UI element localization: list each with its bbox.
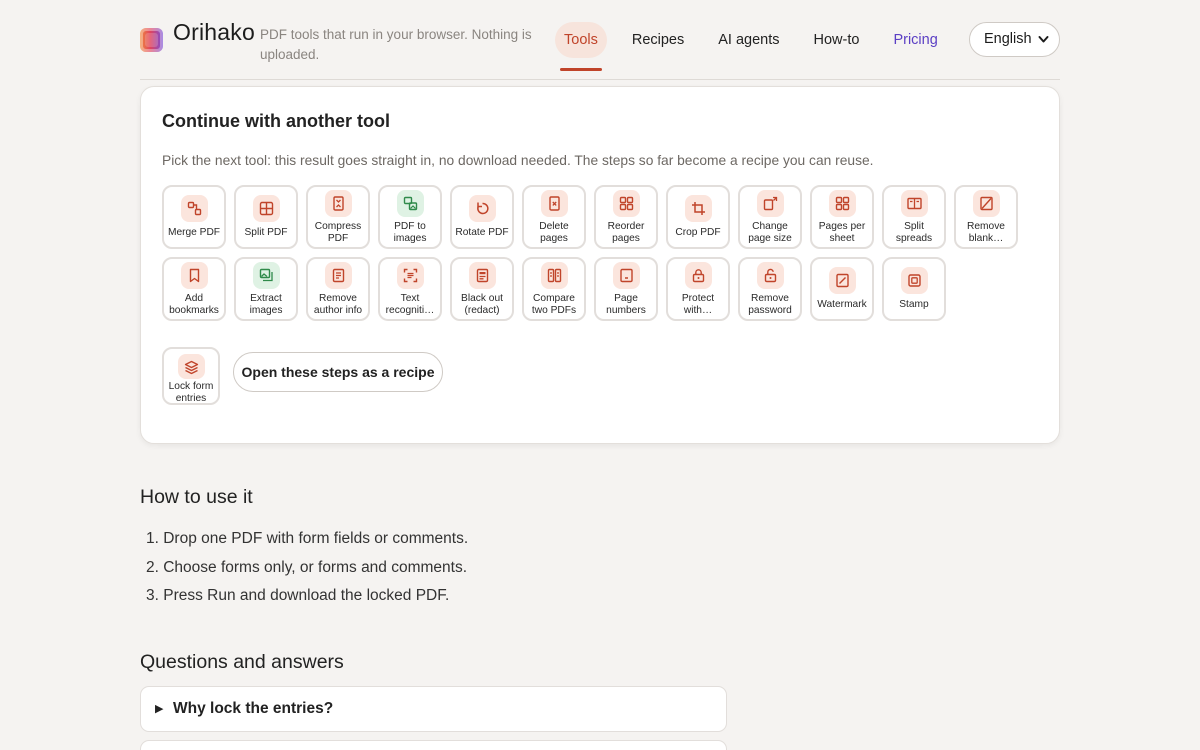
scan-icon <box>397 262 424 289</box>
nav-ai-agents[interactable]: AI agents <box>718 22 779 58</box>
tool-merge-pdf[interactable]: Merge PDF <box>162 185 226 249</box>
grid-icon <box>829 190 856 217</box>
tool-split-pdf[interactable]: Split PDF <box>234 185 298 249</box>
language-value: English <box>984 31 1032 47</box>
delete-page-icon <box>541 190 568 217</box>
tool-label: Protect with… <box>681 293 715 316</box>
tool-remove-author-info[interactable]: Remove author info <box>306 257 370 321</box>
compress-icon <box>325 190 352 217</box>
tool-pages-per-sheet[interactable]: Pages per sheet <box>810 185 874 249</box>
tool-label: Compare two PDFs <box>531 293 577 316</box>
howto-steps: 1. Drop one PDF with form fields or comm… <box>146 529 468 615</box>
merge-icon <box>181 195 208 222</box>
page-number-icon <box>613 262 640 289</box>
tool-label: Delete pages <box>539 221 569 244</box>
blank-page-icon <box>973 190 1000 217</box>
tagline: PDF tools that run in your browser. Noth… <box>260 27 532 62</box>
crop-icon <box>685 195 712 222</box>
tool-pdf-to-images[interactable]: PDF to images <box>378 185 442 249</box>
tool-label: Remove blank… <box>967 221 1005 244</box>
language-select[interactable]: English <box>969 22 1060 57</box>
orihako-logo-icon[interactable] <box>140 28 163 52</box>
nav-recipes[interactable]: Recipes <box>632 22 684 58</box>
faq-question: Why lock the entries? <box>173 700 334 717</box>
faq-item[interactable] <box>140 740 727 750</box>
layers-icon <box>178 354 205 379</box>
nav-pricing[interactable]: Pricing <box>893 22 937 58</box>
open-as-recipe-button[interactable]: Open these steps as a recipe <box>233 352 443 392</box>
tool-text-recognition[interactable]: Text recogniti… <box>378 257 442 321</box>
tool-compress-pdf[interactable]: Compress PDF <box>306 185 370 249</box>
chevron-down-icon <box>1038 23 1049 70</box>
tool-label: Watermark <box>817 299 867 310</box>
tool-label: Stamp <box>899 299 929 310</box>
tool-black-out-redact[interactable]: Black out (redact) <box>450 257 514 321</box>
tool-label: Pages per sheet <box>818 221 866 244</box>
tool-delete-pages[interactable]: Delete pages <box>522 185 586 249</box>
tool-remove-blank[interactable]: Remove blank… <box>954 185 1018 249</box>
tool-label: Remove password <box>748 293 792 316</box>
tool-label: Merge PDF <box>167 227 221 238</box>
tool-page-numbers[interactable]: Page numbers <box>594 257 658 321</box>
tool-compare-two-pdfs[interactable]: Compare two PDFs <box>522 257 586 321</box>
howto-title: How to use it <box>140 486 253 508</box>
document-icon <box>469 262 496 289</box>
image-icon <box>397 190 424 217</box>
tool-label: Page numbers <box>606 293 646 316</box>
brand-name[interactable]: Orihako <box>173 19 255 46</box>
howto-step: 2. Choose forms only, or forms and comme… <box>146 558 468 576</box>
grid-icon <box>613 190 640 217</box>
tool-add-bookmarks[interactable]: Add bookmarks <box>162 257 226 321</box>
bookmark-icon <box>181 262 208 289</box>
compare-icon <box>541 262 568 289</box>
card-subtitle: Pick the next tool: this result goes str… <box>162 153 874 168</box>
tool-watermark[interactable]: Watermark <box>810 257 874 321</box>
book-icon <box>901 190 928 217</box>
watermark-icon <box>829 267 856 294</box>
split-icon <box>253 195 280 222</box>
tool-change-page-size[interactable]: Change page size <box>738 185 802 249</box>
tool-label: Lock form entries <box>168 381 214 404</box>
nav-tools[interactable]: Tools <box>555 22 607 71</box>
image-icon <box>253 262 280 289</box>
tool-label: Extract images <box>249 293 283 316</box>
document-icon <box>325 262 352 289</box>
tool-label: Remove author info <box>313 293 363 316</box>
nav-how-to[interactable]: How-to <box>814 22 860 58</box>
triangle-right-icon: ▶ <box>155 703 164 715</box>
rotate-icon <box>469 195 496 222</box>
tool-label: Black out (redact) <box>461 293 503 316</box>
tool-stamp[interactable]: Stamp <box>882 257 946 321</box>
tool-label: Change page size <box>748 221 792 244</box>
tool-remove-password[interactable]: Remove password <box>738 257 802 321</box>
howto-step: 1. Drop one PDF with form fields or comm… <box>146 530 469 547</box>
tool-label: Compress PDF <box>314 221 362 244</box>
tool-reorder-pages[interactable]: Reorder pages <box>594 185 658 249</box>
tool-split-spreads[interactable]: Split spreads <box>882 185 946 249</box>
lock-icon <box>685 262 712 289</box>
continue-tool-card: Continue with another tool Pick the next… <box>140 86 1060 444</box>
tool-crop-pdf[interactable]: Crop PDF <box>666 185 730 249</box>
tool-protect-with[interactable]: Protect with… <box>666 257 730 321</box>
card-title: Continue with another tool <box>162 111 390 131</box>
tool-label: Reorder pages <box>607 221 645 244</box>
faq-title: Questions and answers <box>140 651 344 673</box>
tool-label: Text recogniti… <box>385 293 435 316</box>
tool-extract-images[interactable]: Extract images <box>234 257 298 321</box>
site-header: Orihako PDF tools that run in your brows… <box>140 0 1060 80</box>
tool-label: Rotate PDF <box>455 227 509 238</box>
tool-label: Crop PDF <box>675 227 721 238</box>
tool-label: Split PDF <box>244 227 288 238</box>
tool-label: Split spreads <box>895 221 933 244</box>
unlock-icon <box>757 262 784 289</box>
faq-item[interactable]: ▶ Why lock the entries? <box>140 686 727 732</box>
tool-lock-form-entries[interactable]: Lock form entries <box>162 347 220 405</box>
howto-step: 3. Press Run and download the locked PDF… <box>146 587 450 604</box>
tool-label: PDF to images <box>393 221 427 244</box>
stamp-icon <box>901 267 928 294</box>
main-nav: Tools Recipes AI agents How-to Pricing <box>555 22 938 71</box>
resize-icon <box>757 190 784 217</box>
tool-rotate-pdf[interactable]: Rotate PDF <box>450 185 514 249</box>
tool-label: Add bookmarks <box>169 293 219 316</box>
